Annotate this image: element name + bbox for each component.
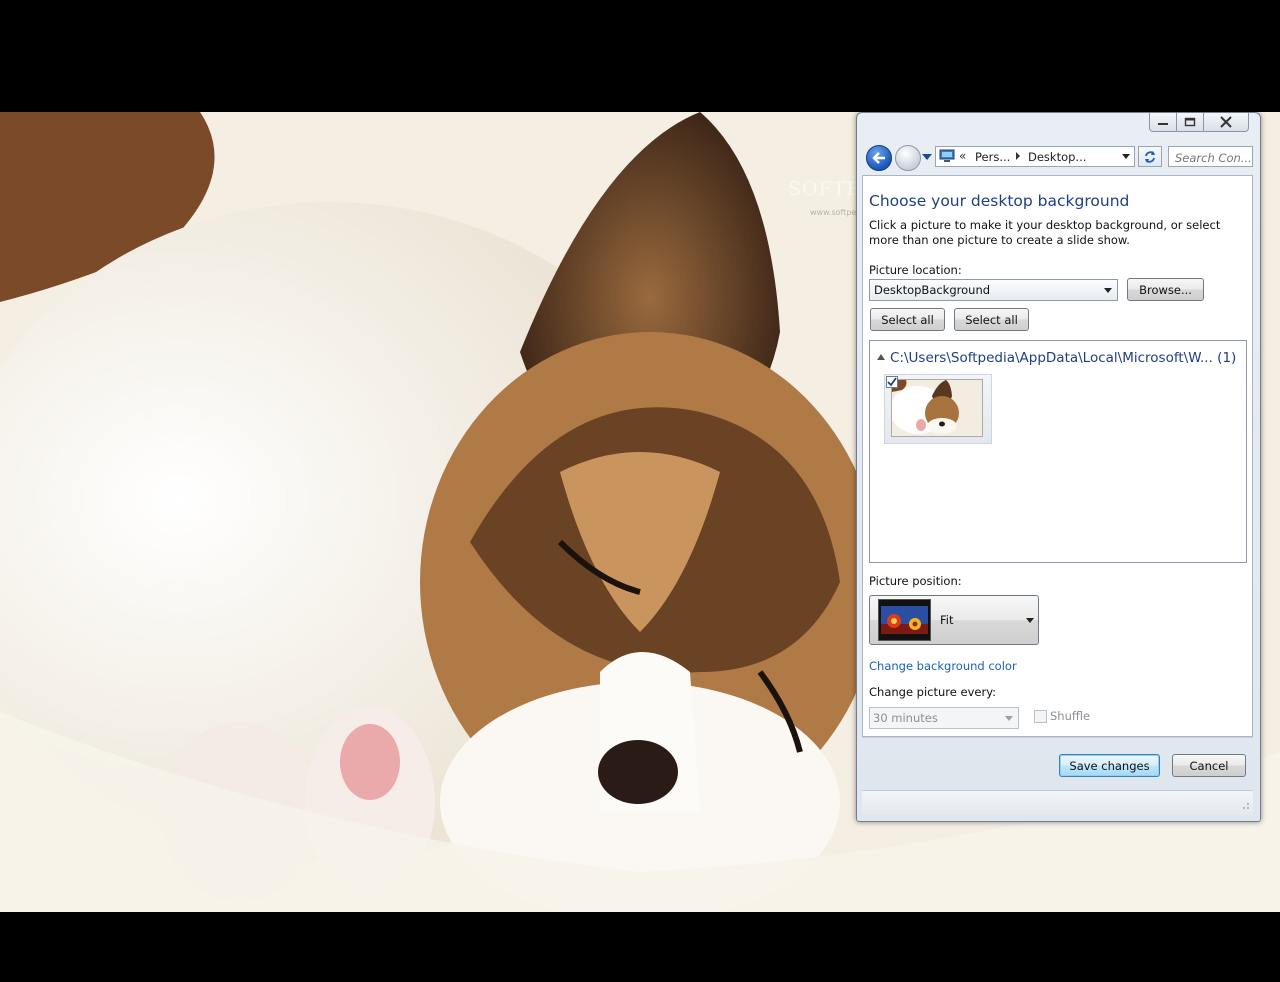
refresh-icon	[1145, 150, 1155, 163]
shuffle-checkbox[interactable]	[1034, 710, 1047, 723]
cancel-button[interactable]: Cancel	[1172, 754, 1246, 777]
address-overflow-chevron[interactable]: «	[959, 149, 966, 163]
chevron-down-icon	[1026, 618, 1034, 623]
picture-location-dropdown[interactable]: DesktopBackground	[869, 279, 1118, 301]
clear-all-button[interactable]: Select all	[954, 308, 1029, 331]
address-bar[interactable]: « Pers... Desktop...	[935, 146, 1135, 167]
chevron-down-icon	[1005, 716, 1013, 721]
close-button[interactable]	[1203, 113, 1249, 132]
save-changes-button[interactable]: Save changes	[1059, 754, 1160, 777]
recent-pages-dropdown-icon[interactable]	[922, 153, 932, 161]
refresh-button[interactable]	[1138, 146, 1162, 167]
picture-location-label: Picture location:	[869, 263, 962, 277]
change-interval-dropdown[interactable]: 30 minutes	[869, 707, 1019, 729]
select-all-button[interactable]: Select all	[870, 308, 945, 331]
page-title: Choose your desktop background	[869, 192, 1130, 210]
restore-button[interactable]	[1176, 113, 1204, 132]
restore-icon	[1184, 117, 1196, 127]
back-button[interactable]	[866, 145, 892, 171]
close-icon	[1220, 116, 1232, 128]
collapse-group-icon[interactable]	[877, 354, 885, 360]
status-bar	[862, 790, 1253, 815]
picture-thumbnail[interactable]	[891, 379, 983, 437]
control-panel-icon	[939, 149, 955, 162]
picture-position-label: Picture position:	[869, 574, 962, 588]
page-description: Click a picture to make it your desktop …	[869, 218, 1221, 247]
minimize-icon	[1158, 123, 1168, 125]
fit-position-icon	[878, 599, 931, 641]
breadcrumb-personalization[interactable]: Pers...	[975, 150, 1010, 164]
search-input[interactable]	[1175, 149, 1253, 167]
footer-divider	[862, 737, 1253, 738]
change-picture-every-label: Change picture every:	[869, 685, 997, 699]
breadcrumb-desktop-background[interactable]: Desktop...	[1028, 150, 1086, 164]
picture-location-value: DesktopBackground	[874, 283, 991, 297]
change-background-color-link[interactable]: Change background color	[869, 659, 1017, 673]
picture-position-value: Fit	[940, 613, 954, 627]
minimize-button[interactable]	[1149, 113, 1177, 132]
resize-grip-icon[interactable]	[1240, 800, 1250, 810]
chevron-down-icon	[1104, 288, 1112, 293]
forward-button[interactable]	[895, 145, 921, 171]
search-box[interactable]	[1168, 146, 1253, 167]
thumbnail-checkbox[interactable]	[886, 376, 898, 388]
change-interval-value: 30 minutes	[873, 711, 938, 725]
checkmark-icon	[887, 377, 897, 387]
gallery-group-header[interactable]: C:\Users\Softpedia\AppData\Local\Microso…	[890, 350, 1236, 366]
shuffle-label: Shuffle	[1050, 709, 1091, 723]
back-arrow-icon	[872, 152, 885, 164]
browse-button[interactable]: Browse...	[1127, 278, 1204, 301]
breadcrumb-separator-icon[interactable]	[1016, 152, 1020, 160]
address-dropdown-icon[interactable]	[1122, 154, 1130, 159]
